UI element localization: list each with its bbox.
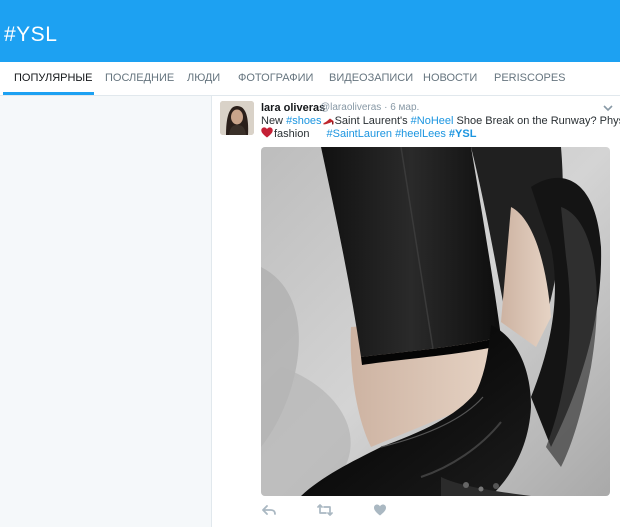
- red-heart-emoji-icon: [261, 127, 273, 138]
- hashtag-heellees[interactable]: #heelLees: [395, 128, 446, 140]
- tab-people[interactable]: ЛЮДИ: [187, 62, 220, 96]
- tweet-text-line-1: New #shoes Saint Laurent's #NoHeel Shoe B…: [261, 115, 620, 127]
- text-word: New: [261, 115, 284, 127]
- hashtag-ysl[interactable]: #YSL: [449, 128, 477, 140]
- reply-icon[interactable]: [262, 503, 276, 517]
- page-title: #YSL: [4, 23, 58, 46]
- handle-text[interactable]: @laraoliveras: [320, 102, 381, 113]
- hashtag-shoes[interactable]: #shoes: [286, 115, 321, 127]
- author-handle[interactable]: @laraoliveras · 6 мар.: [320, 102, 419, 113]
- author-name[interactable]: lara oliveras: [261, 102, 325, 114]
- tweet-card[interactable]: lara oliveras @laraoliveras · 6 мар. New…: [211, 96, 620, 527]
- tweet-photo[interactable]: [261, 147, 610, 496]
- tweet-date[interactable]: 6 мар.: [390, 102, 419, 113]
- text-word: Saint Laurent's: [334, 115, 408, 127]
- tab-photos[interactable]: ФОТОГРАФИИ: [238, 62, 313, 96]
- retweet-icon[interactable]: [317, 503, 333, 517]
- active-tab-indicator: [3, 92, 94, 95]
- header-bar: #YSL: [0, 0, 620, 62]
- tweet-text-line-2: fashion #SaintLauren #heelLees #YSL: [261, 127, 476, 140]
- search-tabs: ПОПУЛЯРНЫЕ ПОСЛЕДНИЕ ЛЮДИ ФОТОГРАФИИ ВИД…: [0, 62, 620, 96]
- tab-news[interactable]: НОВОСТИ: [423, 62, 477, 96]
- hashtag-saintlauren[interactable]: #SaintLauren: [327, 128, 392, 140]
- tab-popular[interactable]: ПОПУЛЯРНЫЕ: [14, 62, 93, 96]
- text-word: Shoe Break on the Runway? Physics: [456, 115, 620, 127]
- avatar[interactable]: [220, 101, 254, 135]
- tab-latest[interactable]: ПОСЛЕДНИЕ: [105, 62, 174, 96]
- high-heel-emoji-icon: [323, 115, 334, 125]
- tab-videos[interactable]: ВИДЕОЗАПИСИ: [329, 62, 413, 96]
- hashtag-noheel[interactable]: #NoHeel: [411, 115, 454, 127]
- tab-periscopes[interactable]: PERISCOPES: [494, 62, 566, 96]
- text-word: fashion: [274, 128, 310, 140]
- heart-icon[interactable]: [373, 503, 387, 517]
- chevron-down-icon[interactable]: [602, 100, 614, 112]
